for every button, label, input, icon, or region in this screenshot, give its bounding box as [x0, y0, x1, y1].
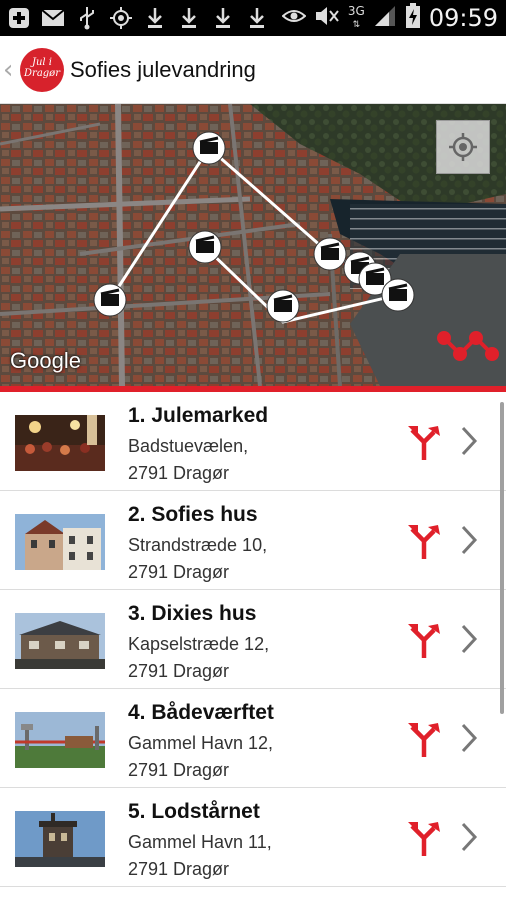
map-marker-8[interactable] — [381, 278, 415, 312]
list-item-5[interactable]: 5. Lodstårnet Gammel Havn 11, 2791 Dragø… — [0, 788, 506, 887]
usb-icon — [74, 5, 100, 31]
item-address-line2: 2791 Dragør — [128, 760, 230, 780]
map-marker-4[interactable] — [266, 289, 300, 323]
add-icon — [6, 5, 32, 31]
chevron-right-icon[interactable] — [458, 622, 480, 656]
directions-icon[interactable] — [406, 719, 442, 759]
chevron-right-icon[interactable] — [458, 424, 480, 458]
item-address-line1: Gammel Havn 12, — [128, 733, 274, 753]
thumbnail-dixies-hus — [15, 613, 105, 669]
item-address-line1: Strandstræde 10, — [128, 535, 268, 555]
map-marker-2[interactable] — [192, 131, 226, 165]
my-location-button[interactable] — [436, 120, 490, 174]
directions-icon[interactable] — [406, 422, 442, 462]
item-address-line2: 2791 Dragør — [128, 463, 230, 483]
stops-list[interactable]: 1. Julemarked Badstuevælen, 2791 Dragør … — [0, 392, 506, 900]
map-marker-1[interactable] — [93, 283, 127, 317]
item-address-line2: 2791 Dragør — [128, 859, 230, 879]
list-item-3[interactable]: 3. Dixies hus Kapselstræde 12, 2791 Drag… — [0, 590, 506, 689]
map-imagery — [0, 104, 506, 386]
item-title: 2. Sofies hus — [128, 503, 258, 526]
list-item-1[interactable]: 1. Julemarked Badstuevælen, 2791 Dragør — [0, 392, 506, 491]
signal-icon — [373, 4, 397, 33]
back-chevron-icon[interactable]: ‹ — [3, 56, 17, 84]
battery-charging-icon — [405, 2, 421, 34]
app-logo-text: Jul i Dragør — [24, 57, 60, 79]
item-address-line2: 2791 Dragør — [128, 562, 230, 582]
download-icon — [210, 5, 236, 31]
directions-icon[interactable] — [406, 818, 442, 858]
thumbnail-sofies-hus — [15, 514, 105, 570]
chevron-right-icon[interactable] — [458, 721, 480, 755]
item-title: 3. Dixies hus — [128, 602, 257, 625]
thumbnail-julemarked — [15, 415, 105, 471]
item-address-line1: Badstuevælen, — [128, 436, 249, 456]
route-icon — [437, 331, 499, 361]
chevron-right-icon[interactable] — [458, 820, 480, 854]
item-address-line2: 2791 Dragør — [128, 661, 230, 681]
thumbnail-lodstaarnet — [15, 811, 105, 867]
item-title: 4. Bådeværftet — [128, 701, 274, 724]
list-scrollbar[interactable] — [500, 402, 504, 714]
map-marker-3[interactable] — [188, 230, 222, 264]
route-map[interactable]: Google — [0, 104, 506, 386]
action-bar: ‹ Jul i Dragør Sofies julevandring — [0, 36, 506, 104]
system-icons: 3G ⇅ 09:59 — [281, 0, 498, 36]
download-icon — [142, 5, 168, 31]
mail-icon — [40, 5, 66, 31]
gps-icon — [108, 5, 134, 31]
app-logo[interactable]: Jul i Dragør — [20, 48, 64, 92]
list-item-4[interactable]: 4. Bådeværftet Gammel Havn 12, 2791 Drag… — [0, 689, 506, 788]
page-title: Sofies julevandring — [70, 57, 256, 82]
mute-icon — [314, 5, 340, 32]
thumbnail-baadevaerftet — [15, 712, 105, 768]
download-icon — [244, 5, 270, 31]
route-toggle-button[interactable] — [436, 328, 500, 364]
eye-icon — [281, 6, 307, 31]
notification-icons — [6, 4, 270, 32]
directions-icon[interactable] — [406, 620, 442, 660]
network-label: 3G — [347, 4, 365, 18]
status-bar: 3G ⇅ 09:59 — [0, 0, 506, 36]
download-icon — [176, 5, 202, 31]
item-title: 1. Julemarked — [128, 404, 269, 427]
item-address-line1: Kapselstræde 12, — [128, 634, 270, 654]
network-3g-icon: 3G ⇅ — [347, 4, 365, 30]
item-title: 5. Lodstårnet — [128, 800, 260, 823]
google-attribution: Google — [10, 348, 81, 373]
crosshair-icon — [449, 133, 477, 161]
directions-icon[interactable] — [406, 521, 442, 561]
map-marker-5[interactable] — [313, 237, 347, 271]
status-time: 09:59 — [428, 4, 498, 32]
list-item-2[interactable]: 2. Sofies hus Strandstræde 10, 2791 Drag… — [0, 491, 506, 590]
chevron-right-icon[interactable] — [458, 523, 480, 557]
item-address-line1: Gammel Havn 11, — [128, 832, 272, 852]
